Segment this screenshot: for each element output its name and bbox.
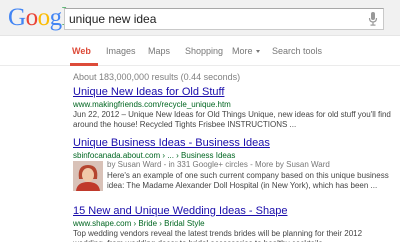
microphone-icon[interactable] [368, 12, 378, 26]
author-avatar[interactable] [73, 161, 103, 191]
tab-shopping[interactable]: Shopping [185, 46, 223, 56]
result-author: by Susan Ward - in 331 Google+ circles -… [107, 160, 330, 169]
search-result: 15 New and Unique Wedding Ideas - Shape … [73, 205, 393, 242]
chevron-down-icon [255, 50, 260, 54]
search-result: Unique Business Ideas - Business Ideas s… [73, 137, 393, 191]
result-title-link[interactable]: Unique Business Ideas - Business Ideas [73, 137, 393, 149]
tab-web[interactable]: Web [72, 46, 91, 56]
search-result: Unique New Ideas for Old Stuff www.makin… [73, 86, 393, 130]
search-tabs: Web Images Maps Shopping More Search too… [0, 36, 400, 66]
result-url[interactable]: sbinfocanada.about.com › ... › Business … [73, 151, 393, 160]
search-box[interactable] [64, 8, 384, 30]
tab-search-tools[interactable]: Search tools [272, 46, 322, 56]
active-tab-indicator [70, 63, 98, 66]
header-bar: Google [0, 0, 400, 36]
result-snippet: Jun 22, 2012 – Unique New Ideas for Old … [73, 110, 391, 129]
result-title-link[interactable]: Unique New Ideas for Old Stuff [73, 86, 393, 98]
tab-maps[interactable]: Maps [148, 46, 170, 56]
result-url[interactable]: www.makingfriends.com/recycle_unique.htm [73, 100, 393, 109]
tab-more[interactable]: More [232, 46, 260, 56]
tab-images[interactable]: Images [106, 46, 136, 56]
tab-more-label: More [232, 46, 253, 56]
result-snippet: Top wedding vendors reveal the latest tr… [73, 229, 363, 242]
result-url[interactable]: www.shape.com › Bride › Bridal Style [73, 219, 393, 228]
search-input[interactable] [69, 11, 359, 27]
result-title-link[interactable]: 15 New and Unique Wedding Ideas - Shape [73, 205, 393, 217]
result-snippet: Here's an example of one such current co… [107, 171, 389, 190]
result-stats: About 183,000,000 results (0.44 seconds) [73, 72, 241, 82]
